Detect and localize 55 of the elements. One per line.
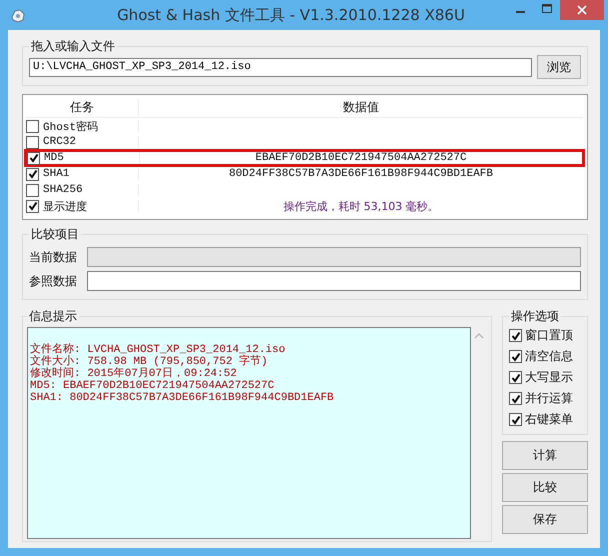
- data-value: EBAEF70D2B10EC721947504AA272527C: [255, 152, 467, 164]
- task-label: 显示进度: [43, 200, 87, 214]
- info-line: 文件名称: LVCHA_GHOST_XP_SP3_2014_12.iso: [30, 344, 286, 356]
- task-label: SHA1: [43, 168, 70, 180]
- window-title: Ghost & Hash 文件工具 - V1.3.2010.1228 X86U: [116, 6, 466, 25]
- info-line: SHA1: 80D24FF38C57B7A3DE66F161B98F944C9BD1EAFB: [30, 392, 335, 404]
- table-row[interactable]: CRC32: [24, 134, 585, 150]
- checkbox[interactable]: [509, 350, 522, 363]
- checkbox[interactable]: [27, 152, 40, 164]
- field-label: 参照数据: [29, 272, 78, 290]
- table-row[interactable]: MD5 EBAEF70D2B10EC721947504AA272527C: [24, 149, 585, 167]
- option-label: 窗口置顶: [525, 327, 573, 344]
- checkbox[interactable]: [509, 329, 522, 342]
- task-label: SHA256: [43, 184, 83, 196]
- table-row[interactable]: SHA1 80D24FF38C57B7A3DE66F161B98F944C9BD1EAFB: [24, 166, 585, 182]
- table-row[interactable]: 显示进度 操作完成，耗时 53,103 毫秒。: [24, 198, 585, 214]
- checkbox[interactable]: [509, 371, 522, 384]
- option-label: 并行运算: [525, 390, 573, 407]
- data-value: 80D24FF38C57B7A3DE66F161B98F944C9BD1EAFB: [228, 168, 494, 180]
- close-button[interactable]: [560, 0, 604, 20]
- action-button[interactable]: 比较: [502, 473, 588, 502]
- group-label: 信息提示: [28, 308, 78, 325]
- checkbox[interactable]: [26, 200, 39, 212]
- checkbox[interactable]: [26, 136, 39, 148]
- file-path-field[interactable]: U:\LVCHA_GHOST_XP_SP3_2014_12.iso: [29, 58, 532, 76]
- checkbox[interactable]: [509, 392, 522, 405]
- group-label: 拖入或输入文件: [30, 38, 116, 55]
- action-button[interactable]: 保存: [502, 505, 588, 534]
- info-line: 文件大小: 758.98 MB (795,850,752 字节): [30, 356, 269, 368]
- option-label: 右键菜单: [525, 411, 573, 428]
- data-field[interactable]: [87, 271, 581, 291]
- app-icon: [10, 8, 26, 24]
- table-row[interactable]: Ghost密码: [24, 118, 585, 134]
- info-line: 修改时间: 2015年07月07日，09:24:52: [30, 368, 238, 380]
- checkbox[interactable]: [509, 413, 522, 426]
- browse-button[interactable]: 浏览: [537, 55, 581, 79]
- checkbox[interactable]: [26, 120, 39, 132]
- task-label: Ghost密码: [43, 120, 98, 134]
- option-label: 清空信息: [525, 348, 573, 365]
- info-text-area[interactable]: 文件名称: LVCHA_GHOST_XP_SP3_2014_12.iso 文件大小: 758.98 MB (795,850,752 字节) 修改时间: 2015年07月07日，09:24:52 MD5: EBAEF70D2B10EC721947504AA272527C SHA1: 80D24FF38C57B7A3DE66F161B98F944C9BD1EAFB: [27, 327, 471, 539]
- task-label: MD5: [44, 152, 64, 164]
- info-line: MD5: EBAEF70D2B10EC721947504AA272527C: [30, 380, 276, 392]
- column-header: 数据值: [342, 98, 380, 116]
- group-label: 比较项目: [30, 226, 80, 243]
- data-value: 操作完成，耗时 53,103 毫秒。: [283, 198, 439, 214]
- group-label: 操作选项: [510, 308, 560, 325]
- action-button[interactable]: 计算: [502, 441, 588, 470]
- task-label: CRC32: [43, 136, 76, 148]
- column-header: 任务: [26, 98, 139, 116]
- option-label: 大写显示: [525, 369, 573, 386]
- close-icon: [577, 5, 587, 15]
- table-row[interactable]: SHA256: [24, 182, 585, 198]
- checkbox[interactable]: [26, 184, 39, 196]
- field-label: 当前数据: [29, 248, 78, 266]
- checkbox[interactable]: [26, 168, 39, 180]
